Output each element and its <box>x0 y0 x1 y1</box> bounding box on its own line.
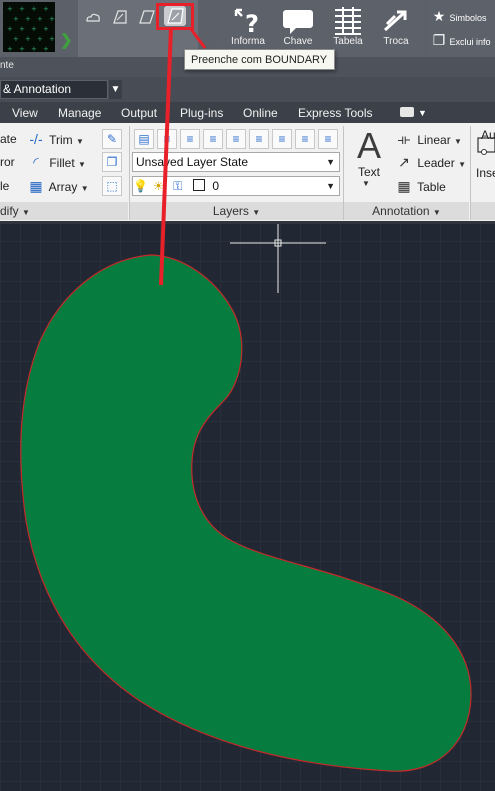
tooltip-text: Preenche com BOUNDARY <box>184 49 335 70</box>
red-annotation-arrow <box>159 26 207 286</box>
